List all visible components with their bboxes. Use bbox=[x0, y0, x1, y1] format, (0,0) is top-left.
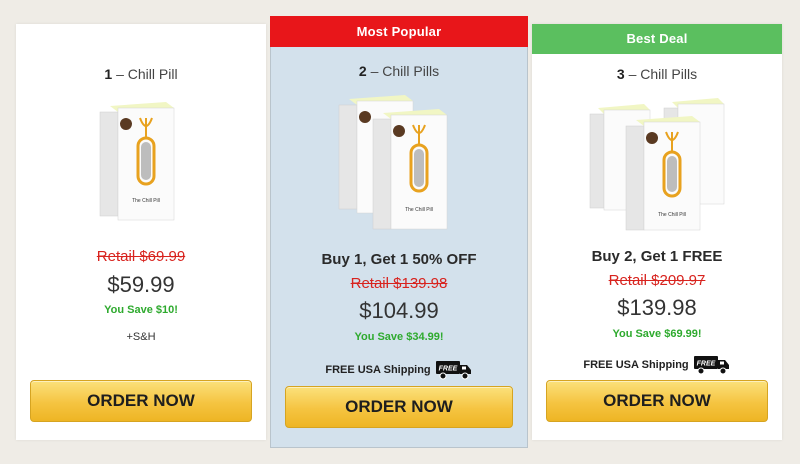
deal-headline: Buy 2, Get 1 FREE bbox=[591, 248, 723, 265]
free-shipping-line: FREE USA Shipping FREE bbox=[532, 354, 782, 376]
product-box-image: The Chill Pill bbox=[99, 102, 175, 221]
svg-text:The Chill Pill: The Chill Pill bbox=[405, 207, 433, 213]
product-box-front: The Chill Pill bbox=[372, 109, 448, 230]
sale-price: $104.99 bbox=[359, 298, 439, 323]
offer-quantity: 3 – Chill Pills bbox=[616, 66, 698, 82]
svg-text:The Chill Pill: The Chill Pill bbox=[658, 212, 686, 218]
offer-card-2: Most Popular 2 – Chill Pills The Chill P… bbox=[270, 16, 528, 448]
product-box: The Chill Pill bbox=[99, 102, 175, 221]
order-now-button[interactable]: ORDER NOW bbox=[285, 386, 513, 428]
best-deal-banner: Best Deal bbox=[532, 24, 782, 54]
sale-price: $59.99 bbox=[107, 272, 175, 297]
savings-text: You Save $10! bbox=[104, 304, 178, 316]
deal-headline: Buy 1, Get 1 50% OFF bbox=[321, 251, 477, 268]
free-shipping-line: FREE USA Shipping FREE bbox=[271, 359, 527, 381]
free-shipping-text: FREE USA Shipping bbox=[325, 364, 431, 376]
order-now-button[interactable]: ORDER NOW bbox=[30, 380, 252, 422]
offer-card-1: 1 – Chill Pill The Chill Pill Retail $69… bbox=[16, 24, 266, 440]
order-now-button[interactable]: ORDER NOW bbox=[546, 380, 768, 422]
offer-card-3: Best Deal 3 – Chill Pills The Chill Pill… bbox=[532, 24, 782, 440]
truck-icon: FREE bbox=[693, 356, 729, 375]
savings-text: You Save $34.99! bbox=[354, 331, 444, 343]
offer-quantity: 2 – Chill Pills bbox=[358, 63, 440, 79]
product-box-image: The Chill Pill bbox=[589, 98, 725, 231]
savings-text: You Save $69.99! bbox=[612, 328, 702, 340]
shipping-handling-note: +S&H bbox=[126, 331, 156, 343]
svg-text:The Chill Pill: The Chill Pill bbox=[132, 198, 160, 204]
product-box-image: The Chill Pill bbox=[338, 95, 448, 230]
svg-text:FREE: FREE bbox=[438, 366, 457, 373]
retail-price: Retail $139.98 bbox=[350, 275, 448, 292]
retail-price: Retail $69.99 bbox=[96, 248, 186, 265]
most-popular-banner: Most Popular bbox=[270, 16, 528, 47]
svg-text:FREE: FREE bbox=[696, 361, 715, 368]
free-shipping-text: FREE USA Shipping bbox=[583, 359, 689, 371]
offer-quantity: 1 – Chill Pill bbox=[104, 66, 178, 82]
truck-icon: FREE bbox=[435, 361, 471, 380]
retail-price: Retail $209.97 bbox=[608, 272, 706, 289]
sale-price: $139.98 bbox=[617, 295, 697, 320]
product-box-front: The Chill Pill bbox=[625, 116, 701, 231]
